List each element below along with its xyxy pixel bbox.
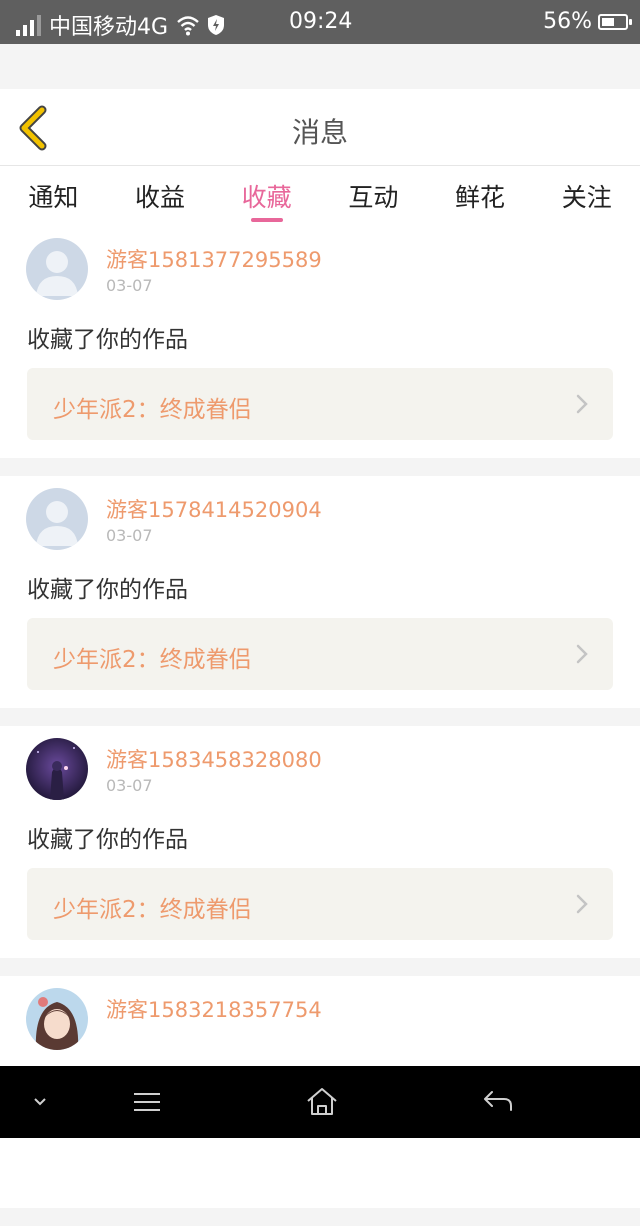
battery-percent: 56% bbox=[543, 9, 592, 34]
back-arrow-icon[interactable] bbox=[482, 1088, 514, 1114]
status-time: 09:24 bbox=[289, 9, 353, 34]
menu-icon[interactable] bbox=[132, 1091, 162, 1113]
page-title: 消息 bbox=[291, 116, 348, 149]
work-link[interactable]: 少年派2：终成眷侣 bbox=[27, 618, 613, 690]
tab-earnings[interactable]: 收益 bbox=[107, 166, 214, 226]
list-item: 游客1581377295589 03-07 收藏了你的作品 少年派2：终成眷侣 bbox=[0, 226, 640, 458]
battery-icon bbox=[598, 13, 632, 30]
username[interactable]: 游客1578414520904 bbox=[106, 494, 322, 524]
tab-notifications[interactable]: 通知 bbox=[0, 166, 107, 226]
username[interactable]: 游客1583218357754 bbox=[106, 994, 322, 1024]
header: 消息 bbox=[0, 89, 640, 166]
timestamp: 03-07 bbox=[106, 526, 153, 545]
anime-girl-avatar[interactable] bbox=[26, 988, 88, 1050]
chevron-down-icon[interactable] bbox=[32, 1096, 48, 1108]
tab-interactions[interactable]: 互动 bbox=[320, 166, 427, 226]
timestamp: 03-07 bbox=[106, 276, 153, 295]
home-icon[interactable] bbox=[305, 1086, 339, 1116]
carrier-label: 中国移动4G bbox=[49, 15, 169, 40]
system-nav-bar bbox=[0, 1066, 640, 1138]
timestamp: 03-07 bbox=[106, 776, 153, 795]
chevron-right-icon bbox=[576, 394, 588, 414]
default-avatar[interactable] bbox=[26, 238, 88, 300]
tab-flowers[interactable]: 鲜花 bbox=[427, 166, 534, 226]
signal-icon bbox=[16, 14, 41, 36]
tab-follows[interactable]: 关注 bbox=[533, 166, 640, 226]
action-text: 收藏了你的作品 bbox=[27, 577, 188, 603]
tab-bar: 通知 收益 收藏 互动 鲜花 关注 bbox=[0, 166, 640, 226]
night-girl-avatar[interactable] bbox=[26, 738, 88, 800]
shield-icon bbox=[208, 15, 225, 35]
list-item: 游客1578414520904 03-07 收藏了你的作品 少年派2：终成眷侣 bbox=[0, 476, 640, 708]
username[interactable]: 游客1583458328080 bbox=[106, 744, 322, 774]
action-text: 收藏了你的作品 bbox=[27, 327, 188, 353]
chevron-right-icon bbox=[576, 644, 588, 664]
chevron-right-icon bbox=[576, 894, 588, 914]
list-item: 游客1583458328080 03-07 收藏了你的作品 少年派2：终成眷侣 bbox=[0, 726, 640, 958]
username[interactable]: 游客1581377295589 bbox=[106, 244, 322, 274]
status-bar: 中国移动4G 09:24 56% bbox=[0, 0, 640, 44]
tab-favorites[interactable]: 收藏 bbox=[213, 166, 320, 226]
wifi-icon bbox=[177, 16, 199, 36]
work-link[interactable]: 少年派2：终成眷侣 bbox=[27, 868, 613, 940]
action-text: 收藏了你的作品 bbox=[27, 827, 188, 853]
work-link[interactable]: 少年派2：终成眷侣 bbox=[27, 368, 613, 440]
work-title: 少年派2：终成眷侣 bbox=[53, 647, 252, 673]
work-title: 少年派2：终成眷侣 bbox=[53, 897, 252, 923]
default-avatar[interactable] bbox=[26, 488, 88, 550]
work-title: 少年派2：终成眷侣 bbox=[53, 397, 252, 423]
